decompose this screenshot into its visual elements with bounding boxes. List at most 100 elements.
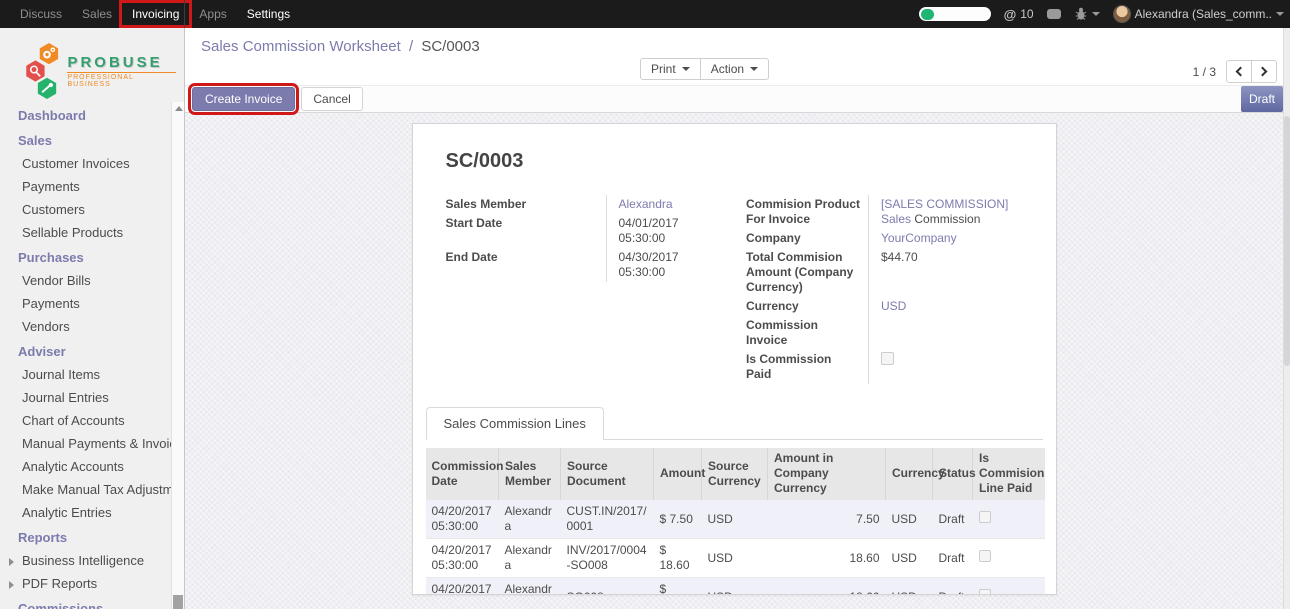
table-row[interactable]: 04/20/2017 05:30:00AlexandraCUST.IN/2017… xyxy=(426,500,1045,539)
field-value-link[interactable]: Alexandra xyxy=(619,197,673,211)
debug-menu[interactable] xyxy=(1074,7,1100,21)
sidebar-item-customers[interactable]: Customers xyxy=(0,200,170,219)
sidebar-item-manual-payments-invoice[interactable]: Manual Payments & Invoice... xyxy=(0,434,170,453)
field-value-link[interactable]: USD xyxy=(881,299,906,313)
sidebar-item-analytic-accounts[interactable]: Analytic Accounts xyxy=(0,457,170,476)
cell-amount: $ 7.50 xyxy=(654,500,702,539)
sidebar-item-journal-items[interactable]: Journal Items xyxy=(0,365,170,384)
sidebar-section-adviser[interactable]: Adviser xyxy=(0,342,170,361)
sidebar-item-label: Journal Entries xyxy=(22,390,109,405)
scrollbar-thumb[interactable] xyxy=(173,595,183,609)
page-scrollbar[interactable] xyxy=(1283,28,1290,609)
field-group-left: Sales MemberAlexandraStart Date04/01/201… xyxy=(446,195,723,384)
field-commission-invoice: Commission Invoice xyxy=(746,316,1023,350)
field-group: Sales MemberAlexandraStart Date04/01/201… xyxy=(426,195,1043,384)
breadcrumb-parent-link[interactable]: Sales Commission Worksheet xyxy=(201,38,401,55)
sidebar-item-journal-entries[interactable]: Journal Entries xyxy=(0,388,170,407)
field-value-link[interactable]: YourCompany xyxy=(881,231,957,245)
sidebar-section-purchases[interactable]: Purchases xyxy=(0,248,170,267)
print-dropdown-button[interactable]: Print xyxy=(640,58,701,80)
sidebar-item-sellable-products[interactable]: Sellable Products xyxy=(0,223,170,242)
user-menu[interactable]: Alexandra (Sales_comm.. xyxy=(1113,5,1284,23)
app-menu-apps[interactable]: Apps xyxy=(189,3,236,25)
sidebar-item-analytic-entries[interactable]: Analytic Entries xyxy=(0,503,170,522)
cell-sales-member: Alexandra xyxy=(499,539,561,578)
pager-next-button[interactable] xyxy=(1251,60,1277,83)
chevron-down-icon xyxy=(682,67,690,71)
sidebar-item-chart-of-accounts[interactable]: Chart of Accounts xyxy=(0,411,170,430)
table-row[interactable]: 04/20/2017 05:30:00AlexandraINV/2017/000… xyxy=(426,539,1045,578)
breadcrumb-separator: / xyxy=(409,38,413,55)
field-label: End Date xyxy=(446,248,606,282)
field-value-text: Commission xyxy=(914,212,980,226)
column-header-source-currency[interactable]: Source Currency xyxy=(702,448,768,500)
cell-amount-company: 18.60 xyxy=(768,578,886,596)
sidebar-item-payments[interactable]: Payments xyxy=(0,177,170,196)
sidebar-item-customer-invoices[interactable]: Customer Invoices xyxy=(0,154,170,173)
chevron-down-icon xyxy=(1092,12,1100,16)
cell-amount-company: 18.60 xyxy=(768,539,886,578)
field-value-text: 04/30/2017 05:30:00 xyxy=(619,250,679,279)
logo-text: PROBUSE PROFESSIONAL BUSINESS xyxy=(67,54,176,88)
cell-amount: $ 18.60 xyxy=(654,578,702,596)
column-header-is-commision-line-paid[interactable]: Is Commision Line Paid xyxy=(973,448,1045,500)
sidebar-item-business-intelligence[interactable]: Business Intelligence xyxy=(0,551,170,570)
pager-previous-button[interactable] xyxy=(1226,60,1252,83)
field-value: $44.70 xyxy=(868,248,1023,297)
field-value xyxy=(868,350,1023,384)
column-header-sales-member[interactable]: Sales Member xyxy=(499,448,561,500)
table-row[interactable]: 04/20/2017 10:35:53AlexandraSO008$ 18.60… xyxy=(426,578,1045,596)
pager-counter: 1 / 3 xyxy=(1193,65,1216,79)
column-header-status[interactable]: Status xyxy=(933,448,973,500)
sidebar: PROBUSE PROFESSIONAL BUSINESS Dashboard S… xyxy=(0,28,185,609)
sidebar-item-make-manual-tax-adjustme[interactable]: Make Manual Tax Adjustme... xyxy=(0,480,170,499)
sidebar-item-label: Payments xyxy=(22,296,80,311)
app-menu-sales[interactable]: Sales xyxy=(72,3,122,25)
checkbox-line-paid[interactable] xyxy=(979,511,991,523)
activities-menu[interactable]: @ 10 xyxy=(1004,7,1034,22)
app-menu-invoicing[interactable]: Invoicing xyxy=(122,3,189,25)
action-buttons: Print Action xyxy=(640,58,769,80)
field-label: Currency xyxy=(746,297,868,316)
sidebar-item-pdf-reports[interactable]: PDF Reports xyxy=(0,574,170,593)
cell-currency: USD xyxy=(886,539,933,578)
sidebar-item-vendor-bills[interactable]: Vendor Bills xyxy=(0,271,170,290)
form-statusbar: Create Invoice Cancel Draft xyxy=(185,85,1283,113)
column-header-amount-in-company-currency[interactable]: Amount in Company Currency xyxy=(768,448,886,500)
column-header-amount[interactable]: Amount xyxy=(654,448,702,500)
sidebar-item-vendors[interactable]: Vendors xyxy=(0,317,170,336)
app-menu-settings[interactable]: Settings xyxy=(237,3,300,25)
checkbox-is-commission-paid[interactable] xyxy=(881,352,894,365)
expand-arrow-icon[interactable] xyxy=(9,558,14,566)
chevron-left-icon xyxy=(1236,67,1246,77)
expand-arrow-icon[interactable] xyxy=(9,581,14,589)
cell-amount-company: 7.50 xyxy=(768,500,886,539)
field-start-date: Start Date04/01/2017 05:30:00 xyxy=(446,214,723,248)
cell-source-currency: USD xyxy=(702,539,768,578)
sidebar-section-dashboard[interactable]: Dashboard xyxy=(0,106,170,125)
sidebar-item-payments[interactable]: Payments xyxy=(0,294,170,313)
column-header-commission-date[interactable]: Commission Date xyxy=(426,448,499,500)
sidebar-item-label: Chart of Accounts xyxy=(22,413,125,428)
action-label: Action xyxy=(711,62,744,76)
sidebar-section-commissions[interactable]: Commissions xyxy=(0,599,170,609)
cell-source-document: SO008 xyxy=(561,578,654,596)
sidebar-section-sales[interactable]: Sales xyxy=(0,131,170,150)
scrollbar-thumb[interactable] xyxy=(1284,116,1290,366)
form-sheet: SC/0003 Sales MemberAlexandraStart Date0… xyxy=(412,123,1057,595)
sidebar-scrollbar[interactable] xyxy=(171,102,184,609)
top-navbar: DiscussSalesInvoicingAppsSettings @ 10 A… xyxy=(0,0,1290,28)
action-dropdown-button[interactable]: Action xyxy=(700,58,769,80)
column-header-source-document[interactable]: Source Document xyxy=(561,448,654,500)
messages-menu[interactable] xyxy=(1047,9,1061,19)
cancel-button[interactable]: Cancel xyxy=(301,87,362,111)
checkbox-line-paid[interactable] xyxy=(979,589,991,595)
sidebar-item-label: Manual Payments & Invoice... xyxy=(22,436,185,451)
app-menu-discuss[interactable]: Discuss xyxy=(10,3,72,25)
sidebar-section-reports[interactable]: Reports xyxy=(0,528,170,547)
column-header-currency[interactable]: Currency xyxy=(886,448,933,500)
create-invoice-button[interactable]: Create Invoice xyxy=(192,87,295,111)
scroll-up-arrow-icon[interactable] xyxy=(175,106,183,111)
checkbox-line-paid[interactable] xyxy=(979,550,991,562)
tab-sales-commission-lines[interactable]: Sales Commission Lines xyxy=(426,407,604,440)
